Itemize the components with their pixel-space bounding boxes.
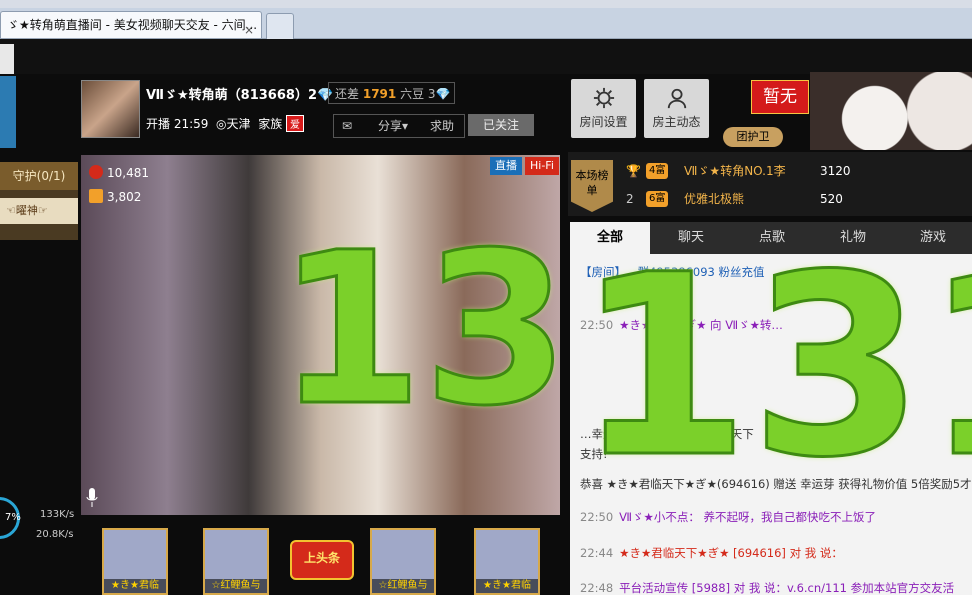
rank-level: 6富: [646, 191, 669, 207]
fan-tile[interactable]: ★き★君临: [102, 528, 168, 595]
rank-coins: 520: [820, 192, 843, 206]
trophy-icon: 🏆: [626, 164, 641, 178]
new-tab-button[interactable]: [266, 13, 294, 39]
session-ranking: 本场榜单 🏆 4富 Ⅶゞ★转角NO.1李 3120 2 6富 优雅北极熊 520: [568, 152, 972, 216]
gift-overlay-number-chat: 1314: [575, 222, 972, 512]
microphone-icon[interactable]: [86, 488, 98, 508]
speed-gauge: 7%: [0, 497, 21, 539]
room-settings-label: 房间设置: [579, 115, 628, 129]
gift-stat: 3,802: [89, 189, 141, 204]
site-header-band: [0, 39, 972, 74]
guard-item[interactable]: ☜曜神☞: [0, 198, 78, 224]
start-time: 开播 21:59: [146, 117, 209, 131]
fan-name: ☆红鲤鱼与: [205, 579, 267, 593]
browser-tabstrip: ゞ★转角萌直播间 - 美女视频聊天交友 - 六间... ×: [0, 8, 972, 39]
close-icon[interactable]: ×: [244, 17, 254, 38]
location-icon: ◎: [216, 117, 227, 131]
headline-button[interactable]: 上头条: [290, 540, 354, 580]
ranking-badge: 本场榜单: [571, 160, 613, 212]
level-progress: 还差 1791 六豆 3💎: [328, 82, 455, 104]
fan-name: ★き★君临: [104, 579, 166, 593]
upload-speed: 133K/s: [40, 509, 75, 520]
message-icon[interactable]: ✉: [342, 115, 352, 137]
help-button[interactable]: 求助: [430, 115, 454, 137]
wealth-icon: [89, 165, 103, 179]
rank-coins: 3120: [820, 164, 851, 178]
hifi-badge[interactable]: Hi-Fi: [525, 157, 559, 175]
diamond-icon: 💎: [435, 87, 451, 101]
network-speed-widget: 7% 133K/s 20.8K/s: [0, 495, 80, 555]
gauge-percent: 7%: [5, 512, 21, 523]
fan-name: ☆红鲤鱼与: [372, 579, 434, 593]
chat-message: 22:44 ★き★君临天下★ぎ★ [694616] 对 我 说：: [580, 546, 843, 560]
rank-row[interactable]: 🏆 4富 Ⅶゞ★转角NO.1李 3120: [626, 160, 966, 182]
anchor-actions: ✉ 分享▾ 求助: [333, 114, 465, 138]
rank-number: 2: [626, 192, 634, 206]
rank-row[interactable]: 2 6富 优雅北极熊 520: [626, 188, 966, 210]
decorative-bears-image: [810, 72, 972, 150]
fan-name: ★き★君临: [476, 579, 538, 593]
host-dynamic-button[interactable]: 房主动态: [644, 79, 709, 138]
site-logo[interactable]: [0, 44, 14, 74]
live-badge: 直播: [490, 157, 522, 175]
fan-tile[interactable]: ★き★君临: [474, 528, 540, 595]
follow-button[interactable]: 已关注: [468, 114, 534, 136]
fan-tile[interactable]: ☆红鲤鱼与: [370, 528, 436, 595]
rank-level: 4富: [646, 163, 669, 179]
guard-panel: 守护(0/1) ☜曜神☞: [0, 162, 78, 240]
rank-name: 优雅北极熊: [684, 192, 745, 206]
gift-icon: [89, 189, 103, 203]
anchor-name[interactable]: Ⅶゞ★转角萌（813668）2💎: [146, 84, 333, 103]
chat-message: 22:48 平台活动宣传 [5988] 对 我 说：v.6.cn/111 参加本站…: [580, 581, 955, 595]
family-tag[interactable]: 爱: [286, 115, 305, 132]
anchor-meta: 开播 21:59 ◎天津 家族 爱: [146, 115, 305, 132]
rank-name: Ⅶゞ★转角NO.1李: [684, 164, 786, 178]
guard-tab[interactable]: 守护(0/1): [0, 162, 78, 190]
host-dynamic-label: 房主动态: [652, 115, 701, 129]
video-player[interactable]: 直播 Hi-Fi 10,481 3,802 1314: [81, 155, 560, 515]
wealth-stat: 10,481: [89, 165, 149, 180]
anchor-avatar[interactable]: [81, 80, 140, 138]
family-label: 家族: [258, 117, 283, 131]
share-button[interactable]: 分享▾: [378, 115, 408, 137]
anchor-city: 天津: [226, 117, 251, 131]
browser-toolbar: [0, 0, 972, 8]
browser-tab[interactable]: ゞ★转角萌直播间 - 美女视频聊天交友 - 六间... ×: [0, 11, 262, 38]
service-side-tab[interactable]: [0, 76, 16, 148]
user-icon: [667, 88, 686, 109]
chat-panel: 全部 聊天 点歌 礼物 游戏 【房间】…群495386093 粉丝充值 22:5…: [570, 222, 972, 595]
gift-overlay-number: 1314: [275, 207, 560, 452]
gear-icon: [593, 87, 614, 109]
rank-tag: 暂无: [751, 80, 809, 114]
room-settings-button[interactable]: 房间设置: [571, 79, 636, 138]
fan-tile[interactable]: ☆红鲤鱼与: [203, 528, 269, 595]
guard-rank-badge[interactable]: 团护卫: [723, 127, 783, 147]
browser-tab-title: ゞ★转角萌直播间 - 美女视频聊天交友 - 六间...: [7, 18, 258, 32]
download-speed: 20.8K/s: [36, 529, 74, 540]
